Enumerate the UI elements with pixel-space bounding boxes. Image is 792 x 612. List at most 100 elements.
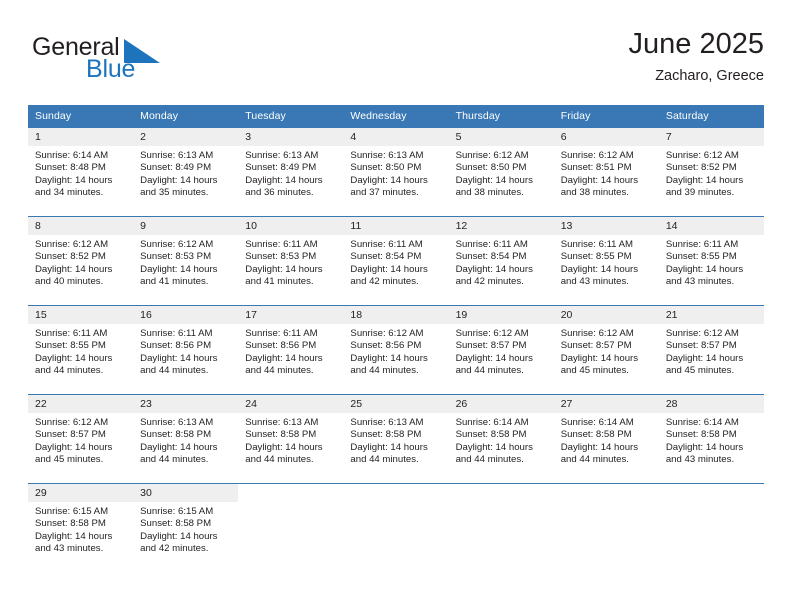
calendar-day-cell[interactable]: 26 Sunrise: 6:14 AM Sunset: 8:58 PM Dayligh… [448, 394, 554, 484]
day-number: 30 [133, 484, 239, 502]
brand-logo[interactable]: General Blue [28, 30, 258, 90]
calendar-day-cell[interactable]: 21 Sunrise: 6:12 AM Sunset: 8:57 PM Dayligh… [658, 305, 764, 395]
calendar-day-cell[interactable]: 13 Sunrise: 6:11 AM Sunset: 8:55 PM Dayligh… [553, 216, 659, 306]
calendar-day-cell[interactable]: 25 Sunrise: 6:13 AM Sunset: 8:58 PM Dayligh… [343, 394, 449, 484]
daylight-duration-line1: Daylight: 14 hours [350, 174, 428, 186]
sunrise-time: Sunrise: 6:12 AM [665, 150, 739, 161]
calendar-day-cell[interactable]: 12 Sunrise: 6:11 AM Sunset: 8:54 PM Dayligh… [448, 216, 554, 306]
sunrise-time: Sunrise: 6:11 AM [455, 239, 528, 250]
day-number: 27 [553, 395, 659, 413]
sunset-time: Sunset: 8:56 PM [350, 340, 422, 352]
calendar-day-cell[interactable]: 11 Sunrise: 6:11 AM Sunset: 8:54 PM Dayligh… [343, 216, 449, 306]
daylight-duration-line2: and 44 minutes. [350, 454, 419, 466]
daylight-duration-line2: and 37 minutes. [350, 187, 419, 199]
calendar-day-cell[interactable]: 6 Sunrise: 6:12 AM Sunset: 8:51 PM Daylight… [553, 127, 659, 217]
daylight-duration-line1: Daylight: 14 hours [140, 441, 218, 453]
day-details: Sunrise: 6:14 AM Sunset: 8:58 PM Daylight:… [449, 413, 554, 467]
daylight-duration-line2: and 45 minutes. [35, 454, 104, 466]
day-details: Sunrise: 6:13 AM Sunset: 8:58 PM Daylight:… [238, 413, 343, 467]
calendar-day-cell[interactable]: 24 Sunrise: 6:13 AM Sunset: 8:58 PM Dayligh… [238, 394, 344, 484]
daylight-duration-line2: and 44 minutes. [455, 454, 524, 466]
calendar-day-cell[interactable]: 22 Sunrise: 6:12 AM Sunset: 8:57 PM Dayligh… [28, 394, 134, 484]
daylight-duration-line1: Daylight: 14 hours [140, 263, 218, 275]
day-number: 15 [28, 306, 134, 324]
daylight-duration-line2: and 38 minutes. [560, 187, 629, 199]
sunrise-time: Sunrise: 6:12 AM [560, 150, 634, 161]
daylight-duration-line1: Daylight: 14 hours [245, 263, 323, 275]
calendar-day-cell-empty [343, 483, 449, 572]
sunset-time: Sunset: 8:56 PM [140, 340, 212, 352]
sunset-time: Sunset: 8:58 PM [35, 518, 106, 530]
day-number: 19 [448, 306, 554, 324]
day-details: Sunrise: 6:15 AM Sunset: 8:58 PM Daylight:… [133, 502, 238, 556]
daylight-duration-line1: Daylight: 14 hours [560, 441, 639, 453]
calendar-day-cell[interactable]: 15 Sunrise: 6:11 AM Sunset: 8:55 PM Dayligh… [28, 305, 134, 395]
day-number: 24 [238, 395, 344, 413]
calendar-day-cell[interactable]: 2 Sunrise: 6:13 AM Sunset: 8:49 PM Daylight… [133, 127, 239, 217]
title-block: June 2025 Zacharo, Greece [344, 26, 764, 87]
calendar-day-cell[interactable]: 1 Sunrise: 6:14 AM Sunset: 8:48 PM Daylight… [28, 127, 134, 217]
daylight-duration-line1: Daylight: 14 hours [140, 352, 218, 364]
calendar-day-cell[interactable]: 16 Sunrise: 6:11 AM Sunset: 8:56 PM Dayligh… [133, 305, 239, 395]
calendar-day-cell[interactable]: 29 Sunrise: 6:15 AM Sunset: 8:58 PM Dayligh… [28, 483, 134, 572]
daylight-duration-line1: Daylight: 14 hours [35, 174, 113, 186]
sunrise-time: Sunrise: 6:15 AM [35, 506, 109, 517]
sunset-time: Sunset: 8:58 PM [455, 429, 527, 441]
day-number: 16 [133, 306, 239, 324]
calendar-day-cell[interactable]: 4 Sunrise: 6:13 AM Sunset: 8:50 PM Daylight… [343, 127, 449, 217]
daylight-duration-line1: Daylight: 14 hours [140, 530, 218, 542]
calendar-day-cell[interactable]: 23 Sunrise: 6:13 AM Sunset: 8:58 PM Dayligh… [133, 394, 239, 484]
day-details: Sunrise: 6:12 AM Sunset: 8:52 PM Daylight:… [659, 146, 764, 200]
sunrise-time: Sunrise: 6:12 AM [35, 417, 109, 428]
calendar-day-cell[interactable]: 20 Sunrise: 6:12 AM Sunset: 8:57 PM Dayligh… [553, 305, 659, 395]
sunrise-time: Sunrise: 6:11 AM [350, 239, 423, 250]
sunset-time: Sunset: 8:54 PM [455, 251, 527, 263]
daylight-duration-line1: Daylight: 14 hours [665, 263, 744, 275]
sunset-time: Sunset: 8:53 PM [140, 251, 212, 263]
sunrise-time: Sunrise: 6:12 AM [455, 150, 529, 161]
sunset-time: Sunset: 8:50 PM [350, 162, 422, 174]
calendar-day-cell[interactable]: 9 Sunrise: 6:12 AM Sunset: 8:53 PM Daylight… [133, 216, 239, 306]
calendar-day-cell[interactable]: 7 Sunrise: 6:12 AM Sunset: 8:52 PM Daylight… [658, 127, 764, 217]
sunset-time: Sunset: 8:54 PM [350, 251, 422, 263]
calendar-day-cell[interactable]: 5 Sunrise: 6:12 AM Sunset: 8:50 PM Daylight… [448, 127, 554, 217]
calendar-day-cell[interactable]: 8 Sunrise: 6:12 AM Sunset: 8:52 PM Daylight… [28, 216, 134, 306]
calendar-day-cell[interactable]: 18 Sunrise: 6:12 AM Sunset: 8:56 PM Dayligh… [343, 305, 449, 395]
calendar-day-cell[interactable]: 14 Sunrise: 6:11 AM Sunset: 8:55 PM Dayligh… [658, 216, 764, 306]
calendar-day-cell-empty [238, 483, 344, 572]
day-details: Sunrise: 6:11 AM Sunset: 8:55 PM Daylight:… [659, 235, 764, 289]
sunrise-time: Sunrise: 6:11 AM [35, 328, 108, 339]
daylight-duration-line1: Daylight: 14 hours [245, 352, 323, 364]
daylight-duration-line2: and 42 minutes. [455, 276, 524, 288]
sunset-time: Sunset: 8:57 PM [455, 340, 527, 352]
daylight-duration-line1: Daylight: 14 hours [35, 441, 113, 453]
day-number: 9 [133, 217, 239, 235]
sunrise-time: Sunrise: 6:11 AM [245, 239, 318, 250]
daylight-duration-line1: Daylight: 14 hours [665, 352, 744, 364]
sunset-time: Sunset: 8:48 PM [35, 162, 106, 174]
calendar-day-cell[interactable]: 30 Sunrise: 6:15 AM Sunset: 8:58 PM Dayligh… [133, 483, 239, 572]
daylight-duration-line1: Daylight: 14 hours [560, 352, 639, 364]
calendar-day-cell[interactable]: 3 Sunrise: 6:13 AM Sunset: 8:49 PM Daylight… [238, 127, 344, 217]
daylight-duration-line2: and 36 minutes. [245, 187, 314, 199]
daylight-duration-line2: and 42 minutes. [140, 543, 209, 555]
daylight-duration-line1: Daylight: 14 hours [350, 352, 428, 364]
day-details: Sunrise: 6:11 AM Sunset: 8:54 PM Daylight:… [343, 235, 448, 289]
day-details: Sunrise: 6:13 AM Sunset: 8:49 PM Daylight:… [238, 146, 343, 200]
daylight-duration-line1: Daylight: 14 hours [560, 263, 639, 275]
daylight-duration-line1: Daylight: 14 hours [455, 263, 533, 275]
calendar-body: 1 Sunrise: 6:14 AM Sunset: 8:48 PM Daylight… [28, 127, 764, 572]
calendar-day-cell-empty [448, 483, 554, 572]
calendar-day-cell[interactable]: 19 Sunrise: 6:12 AM Sunset: 8:57 PM Dayligh… [448, 305, 554, 395]
calendar-day-cell[interactable]: 10 Sunrise: 6:11 AM Sunset: 8:53 PM Dayligh… [238, 216, 344, 306]
weekday-header-thursday: Thursday [448, 105, 554, 128]
calendar-day-cell[interactable]: 27 Sunrise: 6:14 AM Sunset: 8:58 PM Dayligh… [553, 394, 659, 484]
day-number: 29 [28, 484, 134, 502]
sunset-time: Sunset: 8:53 PM [245, 251, 317, 263]
calendar-day-cell[interactable]: 17 Sunrise: 6:11 AM Sunset: 8:56 PM Dayligh… [238, 305, 344, 395]
calendar-day-cell[interactable]: 28 Sunrise: 6:14 AM Sunset: 8:58 PM Dayligh… [658, 394, 764, 484]
day-details: Sunrise: 6:12 AM Sunset: 8:57 PM Daylight:… [449, 324, 554, 378]
sunrise-time: Sunrise: 6:13 AM [245, 150, 319, 161]
daylight-duration-line2: and 45 minutes. [665, 365, 735, 377]
sunset-time: Sunset: 8:57 PM [560, 340, 632, 352]
